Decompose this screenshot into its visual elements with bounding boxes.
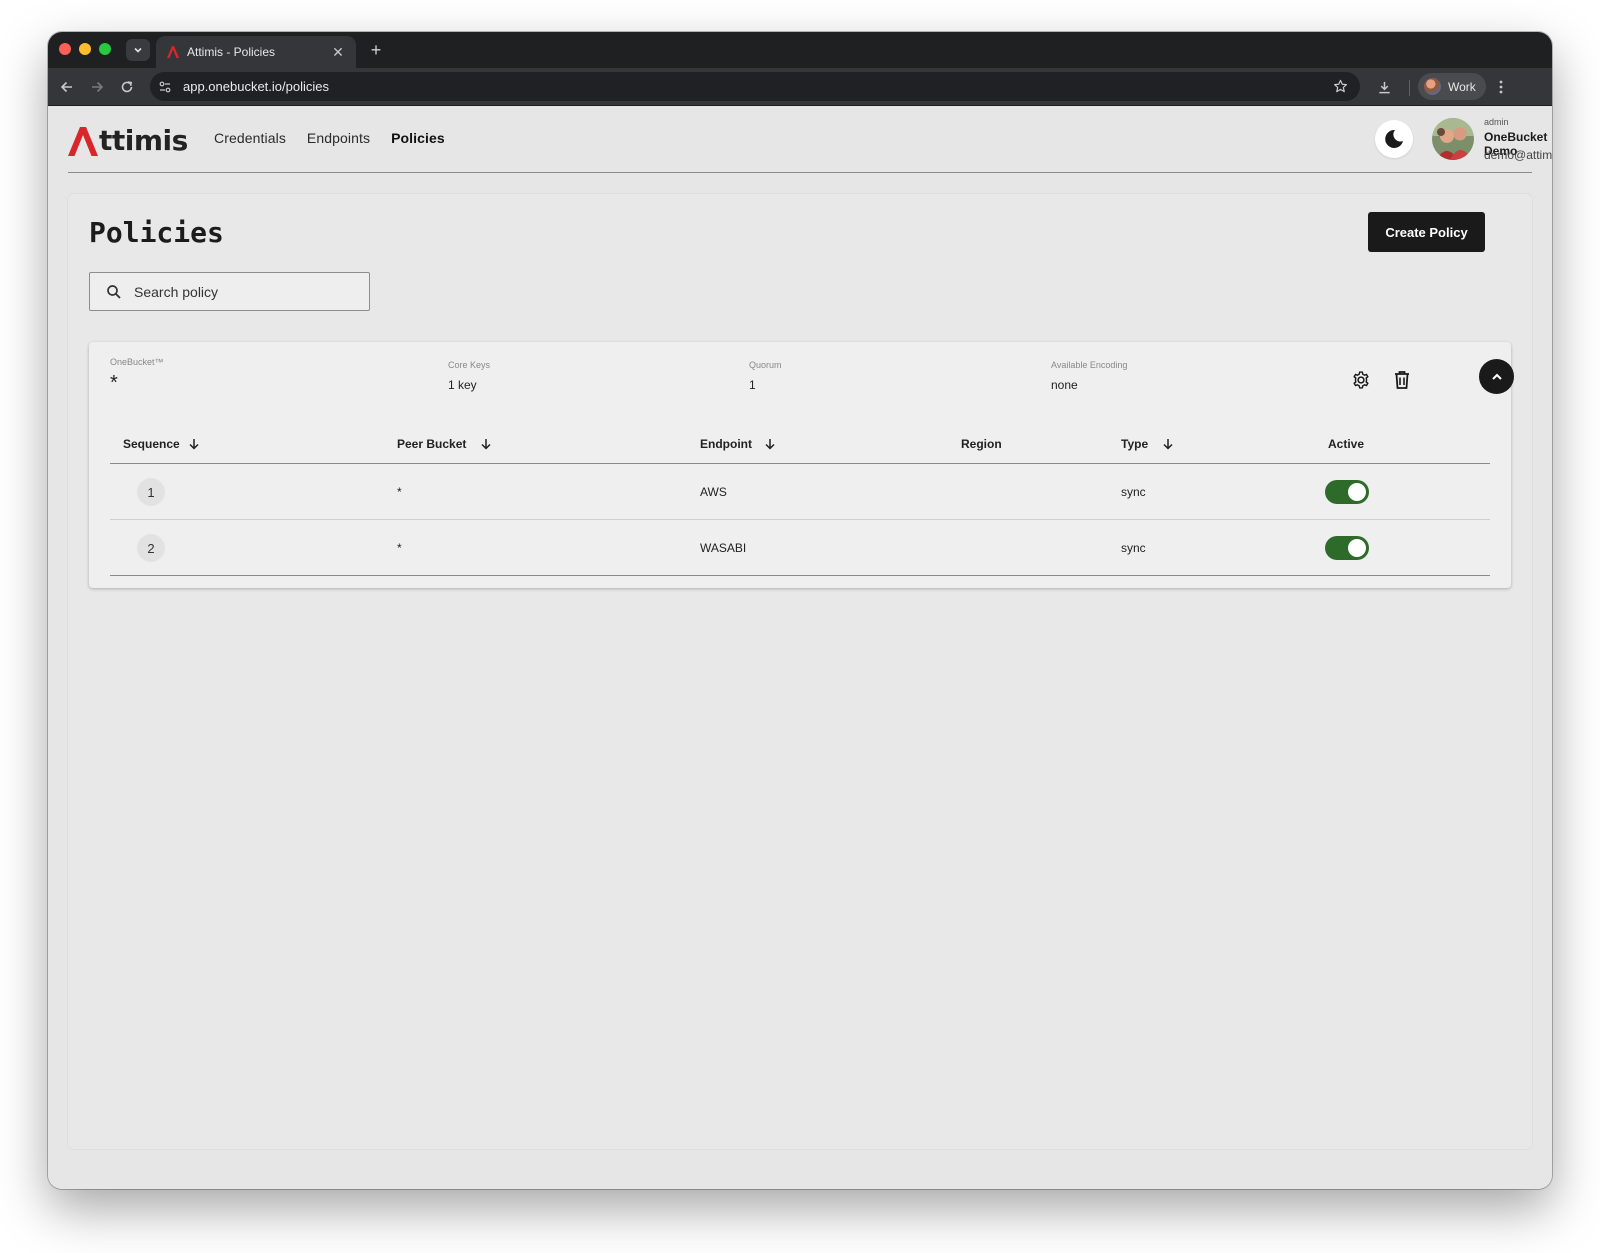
peer-bucket-cell: *	[397, 541, 402, 555]
main-nav: Credentials Endpoints Policies	[214, 130, 466, 146]
page-title: Policies	[89, 216, 224, 249]
col-region-label: Region	[961, 437, 1002, 451]
user-email: demo@attimis.co	[1484, 148, 1552, 162]
close-icon[interactable]: ✕	[330, 44, 346, 61]
reload-icon	[121, 81, 133, 93]
policies-panel: Policies Create Policy OneBucket™ * Core…	[68, 194, 1532, 1149]
type-cell: sync	[1121, 485, 1146, 499]
address-bar[interactable]: app.onebucket.io/policies	[150, 72, 1360, 101]
create-policy-button[interactable]: Create Policy	[1368, 212, 1485, 252]
table-row[interactable]: 2 * WASABI sync	[110, 520, 1490, 576]
theme-toggle-button[interactable]	[1375, 120, 1413, 158]
col-type-label: Type	[1121, 437, 1149, 451]
col-active: Active	[1328, 437, 1364, 451]
active-toggle[interactable]	[1325, 536, 1369, 560]
back-arrow-icon	[60, 81, 72, 93]
active-toggle[interactable]	[1325, 480, 1369, 504]
col-sequence[interactable]: Sequence	[123, 437, 200, 451]
col-peer-bucket-label: Peer Bucket	[397, 437, 467, 451]
endpoint-cell: AWS	[700, 485, 727, 499]
toolbar-divider	[1409, 80, 1410, 96]
toggle-knob	[1348, 483, 1366, 501]
peer-bucket-cell: *	[397, 485, 402, 499]
bookmark-star-icon[interactable]	[1328, 75, 1352, 99]
forward-arrow-icon	[92, 81, 104, 93]
forward-button[interactable]	[85, 75, 109, 99]
col-region: Region	[961, 437, 1002, 451]
download-icon[interactable]	[1372, 75, 1396, 99]
app-root: ttimis Credentials Endpoints Policies ad…	[48, 106, 1552, 1189]
sort-arrow-down-icon[interactable]	[764, 438, 776, 450]
policy-card: OneBucket™ * Core Keys 1 key Quorum 1 Av…	[89, 342, 1514, 588]
quorum-label: Quorum	[749, 360, 782, 370]
search-icon	[107, 284, 121, 299]
col-endpoint-label: Endpoint	[700, 437, 752, 451]
logo-mark	[68, 127, 98, 156]
window-close-button[interactable]	[59, 43, 71, 55]
chevron-down-icon	[134, 47, 142, 53]
url-text: app.onebucket.io/policies	[183, 79, 329, 94]
core-keys-label: Core Keys	[448, 360, 491, 370]
collapse-button[interactable]	[1479, 359, 1514, 394]
reload-button[interactable]	[115, 75, 139, 99]
encoding-value: none	[1051, 378, 1078, 392]
tab-title: Attimis - Policies	[187, 45, 276, 59]
sequence-badge: 2	[137, 534, 165, 562]
back-button[interactable]	[55, 75, 79, 99]
toggle-knob	[1348, 539, 1366, 557]
site-settings-icon[interactable]	[152, 74, 178, 100]
col-endpoint[interactable]: Endpoint	[700, 437, 776, 451]
col-sequence-label: Sequence	[123, 437, 180, 451]
sort-arrow-down-icon[interactable]	[1162, 438, 1174, 450]
trash-icon[interactable]	[1385, 363, 1419, 397]
quorum-value: 1	[749, 378, 756, 392]
nav-credentials[interactable]: Credentials	[214, 130, 286, 146]
browser-tab-active[interactable]: Attimis - Policies ✕	[156, 36, 356, 68]
attimis-favicon	[167, 46, 179, 58]
bucket-label: OneBucket™	[110, 357, 164, 367]
profile-button[interactable]: Work	[1418, 73, 1486, 100]
encoding-label: Available Encoding	[1051, 360, 1128, 370]
gear-icon[interactable]	[1344, 363, 1378, 397]
bucket-value: *	[110, 372, 118, 394]
type-cell: sync	[1121, 541, 1146, 555]
window-minimize-button[interactable]	[79, 43, 91, 55]
tab-search-button[interactable]	[126, 39, 150, 61]
nav-endpoints[interactable]: Endpoints	[307, 130, 370, 146]
nav-policies[interactable]: Policies	[391, 130, 445, 146]
sort-arrow-down-icon[interactable]	[188, 438, 200, 450]
window-maximize-button[interactable]	[99, 43, 111, 55]
col-active-label: Active	[1328, 437, 1365, 451]
browser-toolbar: app.onebucket.io/policies Work	[48, 68, 1552, 106]
sequence-badge: 1	[137, 478, 165, 506]
sort-arrow-down-icon[interactable]	[480, 438, 492, 450]
profile-name: Work	[1448, 79, 1476, 94]
user-role: admin	[1484, 117, 1509, 127]
search-box[interactable]	[89, 272, 370, 311]
endpoint-cell: WASABI	[700, 541, 747, 555]
moon-icon	[1385, 129, 1403, 148]
table-header: Sequence Peer Bucket Endpoint Region Typ…	[110, 422, 1490, 464]
more-vert-icon[interactable]	[1491, 75, 1511, 99]
table-row[interactable]: 1 * AWS sync	[110, 464, 1490, 520]
logo-text: ttimis	[99, 124, 188, 157]
attimis-logo[interactable]: ttimis	[68, 120, 188, 156]
app-header: ttimis Credentials Endpoints Policies ad…	[68, 106, 1552, 173]
avatar[interactable]	[1432, 118, 1474, 160]
tab-strip: Attimis - Policies ✕ +	[48, 32, 1552, 68]
search-input[interactable]	[134, 283, 354, 300]
profile-avatar	[1424, 78, 1441, 95]
chevron-up-icon	[1491, 373, 1502, 380]
core-keys-value: 1 key	[448, 378, 477, 392]
browser-window: Attimis - Policies ✕ + app.onebucket.io/…	[48, 32, 1552, 1189]
col-peer-bucket[interactable]: Peer Bucket	[397, 437, 492, 451]
col-type[interactable]: Type	[1121, 437, 1174, 451]
plus-icon[interactable]: +	[366, 39, 386, 61]
